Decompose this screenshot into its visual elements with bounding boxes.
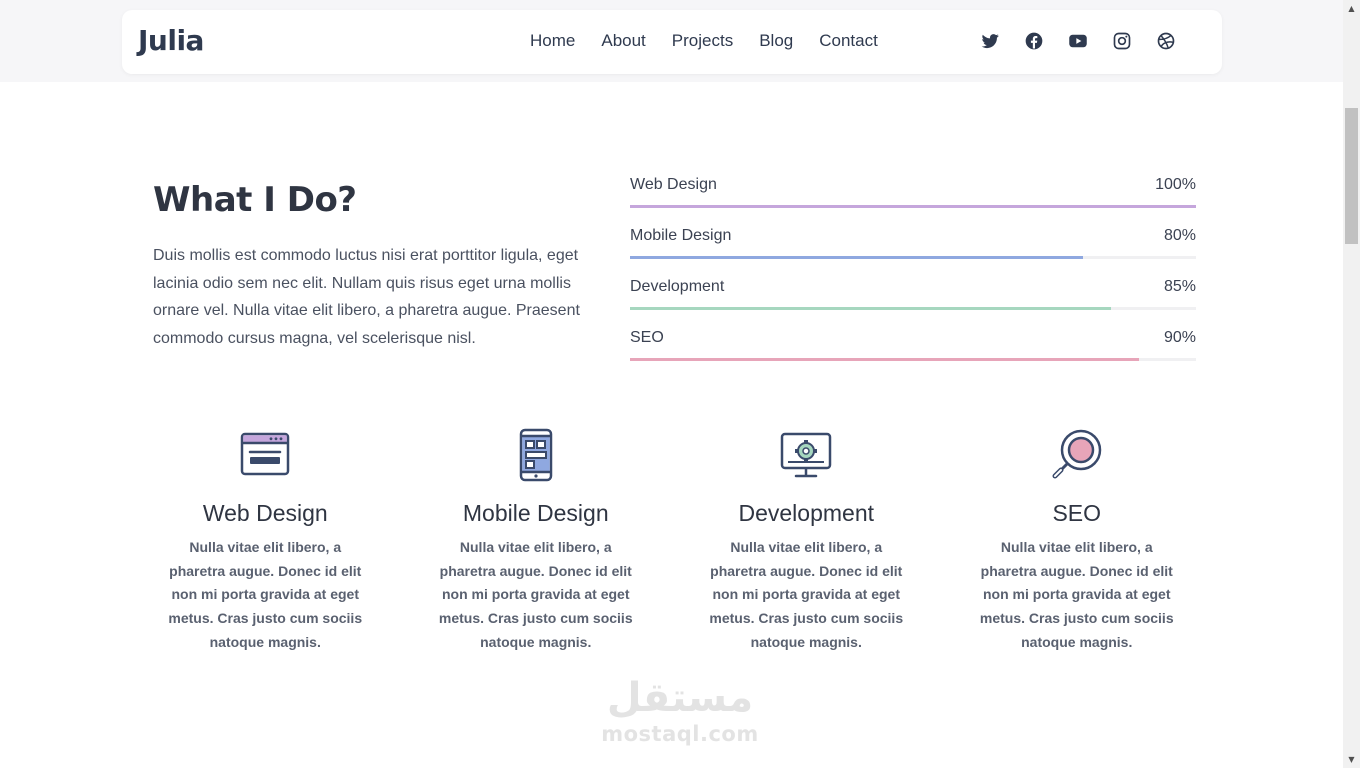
navbar: Julia Home About Projects Blog Contact xyxy=(122,10,1222,74)
dribbble-icon[interactable] xyxy=(1156,31,1176,51)
skill-progress-track xyxy=(630,358,1196,361)
youtube-icon[interactable] xyxy=(1068,31,1088,51)
skill-progress-fill xyxy=(630,256,1083,259)
scrollbar-thumb[interactable] xyxy=(1345,108,1358,244)
social-links xyxy=(980,31,1176,51)
service-card-development: Development Nulla vitae elit libero, a p… xyxy=(671,428,942,655)
skill-item-mobile-design: Mobile Design 80% xyxy=(630,225,1196,276)
service-card-mobile-design: Mobile Design Nulla vitae elit libero, a… xyxy=(401,428,672,655)
service-card-web-design: Web Design Nulla vitae elit libero, a ph… xyxy=(130,428,401,655)
skill-progress-fill xyxy=(630,307,1112,310)
services-grid: Web Design Nulla vitae elit libero, a ph… xyxy=(130,428,1212,655)
smartphone-icon xyxy=(509,428,563,482)
nav-item-contact[interactable]: Contact xyxy=(819,31,878,51)
section-description: Duis mollis est commodo luctus nisi erat… xyxy=(153,247,580,347)
skill-percent: 80% xyxy=(1163,227,1196,244)
twitter-icon[interactable] xyxy=(980,31,1000,51)
scroll-down-arrow-icon[interactable]: ▼ xyxy=(1343,751,1360,768)
skill-item-development: Development 85% xyxy=(630,276,1196,327)
skill-progress-fill xyxy=(630,358,1140,361)
skill-item-seo: SEO 90% xyxy=(630,327,1196,378)
skill-item-web-design: Web Design 100% xyxy=(630,174,1196,225)
skill-progress-track xyxy=(630,205,1196,208)
nav-item-blog[interactable]: Blog xyxy=(759,31,793,51)
service-title: Development xyxy=(738,500,875,526)
skills-list: Web Design 100% Mobile Design 80% Develo… xyxy=(630,174,1196,378)
watermark-latin: mostaql.com xyxy=(601,722,759,746)
watermark: مستقل mostaql.com xyxy=(596,672,764,746)
service-title: Web Design xyxy=(202,500,328,526)
nav-menu: Home About Projects Blog Contact xyxy=(530,31,904,51)
skill-progress-fill xyxy=(630,205,1196,208)
service-description: Nulla vitae elit libero, a pharetra augu… xyxy=(168,539,363,650)
skill-label: Web Design xyxy=(630,176,717,193)
service-description: Nulla vitae elit libero, a pharetra augu… xyxy=(709,539,904,650)
monitor-code-icon xyxy=(779,428,833,482)
skill-progress-track xyxy=(630,307,1196,310)
service-card-seo: SEO Nulla vitae elit libero, a pharetra … xyxy=(942,428,1213,655)
skill-label: Mobile Design xyxy=(630,227,732,244)
skill-progress-track xyxy=(630,256,1196,259)
facebook-icon[interactable] xyxy=(1024,31,1044,51)
browser-window-icon xyxy=(238,428,292,482)
skill-label: SEO xyxy=(630,329,664,346)
skill-label: Development xyxy=(630,278,725,295)
nav-item-projects[interactable]: Projects xyxy=(672,31,733,51)
service-title: SEO xyxy=(1052,500,1102,526)
instagram-icon[interactable] xyxy=(1112,31,1132,51)
service-description: Nulla vitae elit libero, a pharetra augu… xyxy=(438,539,633,650)
service-title: Mobile Design xyxy=(462,500,609,526)
nav-item-about[interactable]: About xyxy=(601,31,645,51)
magnifier-icon xyxy=(1050,428,1104,482)
nav-item-home[interactable]: Home xyxy=(530,31,575,51)
scroll-up-arrow-icon[interactable]: ▲ xyxy=(1343,0,1360,17)
section-title: What I Do? xyxy=(153,180,357,220)
watermark-arabic: مستقل xyxy=(606,675,754,721)
skill-percent: 100% xyxy=(1155,176,1196,193)
page-scrollbar[interactable]: ▲ ▼ xyxy=(1343,0,1360,768)
service-description: Nulla vitae elit libero, a pharetra augu… xyxy=(979,539,1174,650)
skill-percent: 85% xyxy=(1163,278,1196,295)
skill-percent: 90% xyxy=(1163,329,1196,346)
brand-logo[interactable]: Julia xyxy=(138,24,204,57)
